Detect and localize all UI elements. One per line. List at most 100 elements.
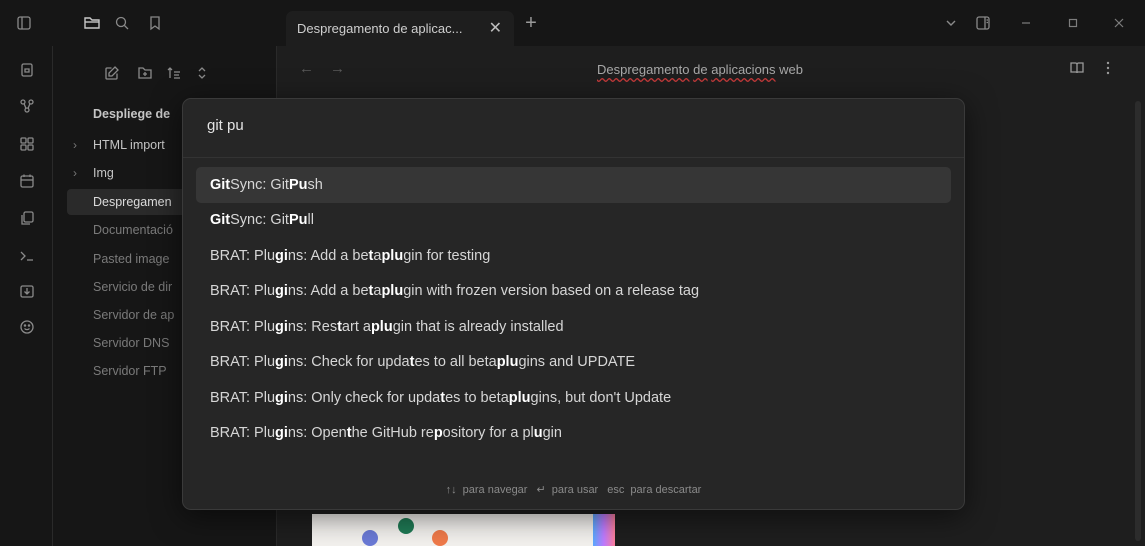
canvas-icon[interactable] xyxy=(17,134,37,154)
command-text: gins, but don't Update xyxy=(530,389,672,406)
esc-key-hint: esc xyxy=(607,484,625,496)
tab-list-chevron-down-icon[interactable] xyxy=(941,13,961,33)
templates-icon[interactable] xyxy=(17,208,37,228)
new-note-icon[interactable] xyxy=(102,63,122,83)
command-text: ns: Add a be xyxy=(287,247,369,264)
smiley-icon[interactable] xyxy=(17,317,37,337)
command-text: ns: Only check for upda xyxy=(287,389,441,406)
nav-keys-hint: ↑↓ xyxy=(445,484,457,496)
match-highlight: gi xyxy=(275,283,288,300)
match-highlight: p xyxy=(433,425,443,442)
tab-title: Despregamento de aplicac... xyxy=(297,21,463,36)
command-text: gin that is already installed xyxy=(392,318,564,335)
close-window-icon[interactable] xyxy=(1109,13,1129,33)
image-shape xyxy=(362,530,378,546)
match-highlight: plu xyxy=(370,318,393,335)
bookmark-icon[interactable] xyxy=(145,13,165,33)
command-text: BRAT: Plu xyxy=(210,389,276,406)
ribbon xyxy=(0,46,53,546)
calendar-icon[interactable] xyxy=(17,171,37,191)
command-result-item[interactable]: BRAT: Plu gi ns: Add a be t a plu gin for tes… xyxy=(196,238,951,274)
image-shape xyxy=(398,518,414,534)
import-icon[interactable] xyxy=(17,281,37,301)
editor-scrollbar[interactable] xyxy=(1135,101,1141,541)
command-text: ns: Res xyxy=(287,318,338,335)
reading-view-icon[interactable] xyxy=(1069,60,1085,80)
folder-icon[interactable] xyxy=(81,13,103,33)
palette-instructions: ↑↓ para navegar ↵ para usar esc para descar… xyxy=(445,484,702,496)
match-highlight: gi xyxy=(275,318,288,335)
command-result-item[interactable]: Git Sync: Git Pu sh xyxy=(196,167,951,203)
view-header-title[interactable]: Despregamento de aplicacions web xyxy=(597,62,803,77)
toggle-left-sidebar-icon[interactable] xyxy=(14,13,34,33)
match-highlight: gi xyxy=(275,425,288,442)
command-text: BRAT: Plu xyxy=(210,425,276,442)
chevron-right-icon: › xyxy=(73,138,77,152)
command-text: Sync: Git xyxy=(230,176,289,193)
tab-active-note[interactable]: Despregamento de aplicac... ✕ xyxy=(286,11,514,46)
image-shape xyxy=(432,530,448,546)
terminal-icon[interactable] xyxy=(17,246,37,266)
match-highlight: plu xyxy=(508,389,531,406)
command-text: Sync: Git xyxy=(230,212,289,229)
tab-close-icon[interactable]: ✕ xyxy=(489,18,502,38)
minimize-icon[interactable] xyxy=(1016,13,1036,33)
match-highlight: plu xyxy=(496,354,519,371)
command-text: BRAT: Plu xyxy=(210,354,276,371)
chevron-right-icon: › xyxy=(73,166,77,180)
navigate-forward-icon[interactable]: → xyxy=(330,60,345,77)
match-highlight: u xyxy=(533,425,543,442)
command-result-item[interactable]: BRAT: Plu gi ns: Only check for upda t es to… xyxy=(196,380,951,416)
sort-icon[interactable] xyxy=(164,63,184,83)
command-text: a xyxy=(373,247,382,264)
command-text: es to all beta xyxy=(414,354,497,371)
navigate-back-icon[interactable]: ← xyxy=(299,60,314,77)
command-result-item[interactable]: BRAT: Plu gi ns: Check for upda t es to all … xyxy=(196,345,951,381)
match-highlight: Pu xyxy=(288,212,308,229)
command-text: BRAT: Plu xyxy=(210,247,276,264)
vault-switch-icon[interactable] xyxy=(17,60,37,80)
new-folder-icon[interactable] xyxy=(135,63,155,83)
command-palette: git pu Git Sync: Git Pu sh Git Sync: Git P… xyxy=(182,98,965,510)
toggle-right-sidebar-icon[interactable] xyxy=(973,13,993,33)
collapse-all-icon[interactable] xyxy=(192,63,212,83)
command-text: ository for a pl xyxy=(442,425,534,442)
command-text: a xyxy=(373,283,382,300)
command-text: gin xyxy=(542,425,562,442)
search-icon[interactable] xyxy=(112,13,132,33)
command-text: BRAT: Plu xyxy=(210,318,276,335)
image-shape xyxy=(593,514,615,546)
divider xyxy=(183,157,964,158)
match-highlight: gi xyxy=(275,389,288,406)
command-text: es to beta xyxy=(445,389,509,406)
command-result-item[interactable]: Git Sync: Git Pu ll xyxy=(196,203,951,239)
graph-view-icon[interactable] xyxy=(17,96,37,116)
command-text: sh xyxy=(307,176,323,193)
command-text: gin with frozen version based on a relea… xyxy=(403,283,700,300)
match-highlight: Pu xyxy=(288,176,308,193)
command-text: he GitHub re xyxy=(351,425,434,442)
match-highlight: plu xyxy=(381,247,404,264)
embedded-image xyxy=(312,514,615,546)
match-highlight: Git xyxy=(210,212,231,229)
command-text: art a xyxy=(341,318,371,335)
command-result-item[interactable]: BRAT: Plu gi ns: Add a be t a plu gin with fr… xyxy=(196,274,951,310)
match-highlight: gi xyxy=(275,354,288,371)
command-text: gins and UPDATE xyxy=(518,354,636,371)
match-highlight: plu xyxy=(381,283,404,300)
command-text: ns: Open xyxy=(287,425,347,442)
command-result-item[interactable]: BRAT: Plu gi ns: Res t art a plu gin that is … xyxy=(196,309,951,345)
command-result-item[interactable]: BRAT: Plu gi ns: Open t he GitHub re p ositor… xyxy=(196,416,951,452)
command-results-list: Git Sync: Git Pu sh Git Sync: Git Pu ll BRAT… xyxy=(196,167,951,451)
command-search-input[interactable]: git pu xyxy=(207,117,244,134)
maximize-icon[interactable] xyxy=(1063,13,1083,33)
command-text: gin for testing xyxy=(403,247,491,264)
more-options-icon[interactable] xyxy=(1105,60,1111,80)
enter-key-hint: ↵ xyxy=(536,484,546,496)
command-text: BRAT: Plu xyxy=(210,283,276,300)
title-bar: Despregamento de aplicac... ✕ + xyxy=(0,0,1145,46)
match-highlight: Git xyxy=(210,176,231,193)
match-highlight: gi xyxy=(275,247,288,264)
command-text: ns: Check for upda xyxy=(287,354,410,371)
new-tab-icon[interactable]: + xyxy=(521,12,541,34)
